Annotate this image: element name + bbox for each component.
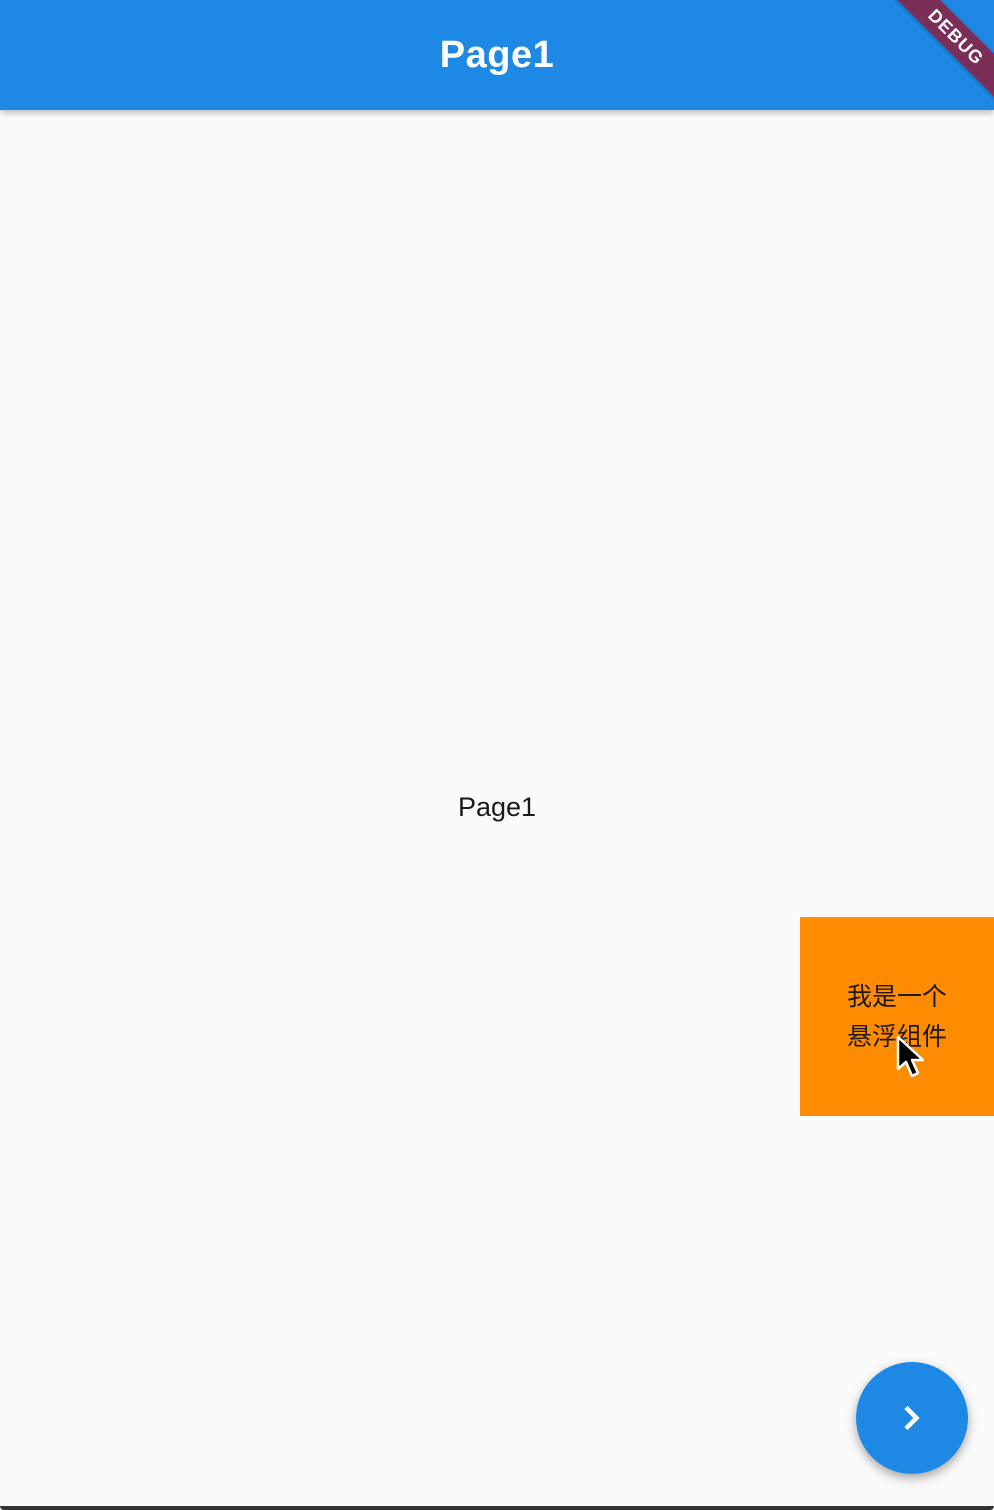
debug-banner-container: DEBUG [884,0,994,110]
app-screen: Page1 DEBUG Page1 我是一个悬浮组件 [0,0,994,1510]
next-page-fab[interactable] [856,1362,968,1474]
debug-banner: DEBUG [884,0,994,110]
app-bar-title: Page1 [439,33,555,76]
chevron-right-icon [904,1405,920,1431]
mouse-pointer-icon [896,1035,925,1078]
floating-widget[interactable]: 我是一个悬浮组件 [800,917,994,1116]
app-bar: Page1 [0,0,994,110]
page-body-text: Page1 [457,792,537,822]
window-bottom-edge [0,1506,994,1510]
